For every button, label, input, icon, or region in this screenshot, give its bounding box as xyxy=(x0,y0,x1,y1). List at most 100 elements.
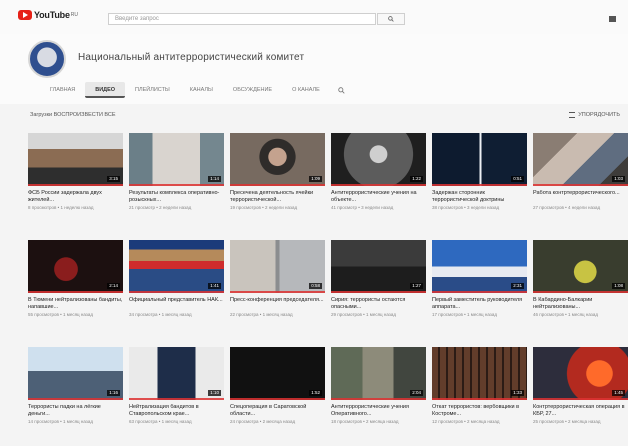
video-title[interactable]: В Тюмени нейтрализованы бандиты, напавши… xyxy=(28,297,123,310)
search-button[interactable] xyxy=(377,13,405,25)
video-card[interactable]: 1:45 Контртеррористическая операция в КБ… xyxy=(533,347,628,446)
watched-progress xyxy=(230,291,325,293)
video-thumbnail[interactable]: 1:16 xyxy=(28,347,123,400)
video-meta: 21 просмотр • 2 недели назад xyxy=(129,205,192,210)
watched-progress xyxy=(432,291,527,293)
search-icon xyxy=(338,86,345,94)
watched-progress xyxy=(129,398,224,400)
video-thumbnail[interactable]: 1:09 xyxy=(230,133,325,186)
video-title[interactable]: Пресечена деятельность ячейки террористи… xyxy=(230,190,325,203)
video-card[interactable]: 0:51 Задержан сторонник террористической… xyxy=(432,133,527,232)
video-thumbnail[interactable]: 0:58 xyxy=(230,240,325,293)
video-card[interactable]: 1:14 Результаты комплекса оперативно-роз… xyxy=(129,133,224,232)
video-thumbnail[interactable]: 0:51 xyxy=(432,133,527,186)
video-thumbnail[interactable]: 1:41 xyxy=(129,240,224,293)
tab-playlists[interactable]: Плейлисты xyxy=(125,82,180,98)
video-card[interactable]: 1:03 Работа контртеррористического... 27… xyxy=(533,133,628,232)
video-card[interactable]: 1:16 Террористы падки на лёгкие деньги..… xyxy=(28,347,123,446)
video-title[interactable]: Антитеррористические учения Оперативного… xyxy=(331,404,426,417)
logo-region: RU xyxy=(70,12,78,18)
logo-text: YouTube xyxy=(34,10,70,20)
video-card[interactable]: 1:52 Спецоперация в Саратовской области.… xyxy=(230,347,325,446)
video-title[interactable]: Спецоперация в Саратовской области... xyxy=(230,404,325,417)
video-card[interactable]: 1:33 Откат террористов: вербовщики в Кос… xyxy=(432,347,527,446)
watched-progress xyxy=(129,184,224,186)
video-thumbnail[interactable]: 2:14 xyxy=(28,240,123,293)
video-meta: 14 просмотров • 1 месяц назад xyxy=(28,419,93,424)
video-duration: 1:41 xyxy=(208,283,221,289)
video-duration: 3:15 xyxy=(107,176,120,182)
video-card[interactable]: 0:58 Пресс-конференция председателя... 2… xyxy=(230,240,325,339)
video-thumbnail[interactable]: 1:45 xyxy=(533,347,628,400)
channel-avatar[interactable] xyxy=(28,40,66,78)
video-duration: 1:03 xyxy=(612,176,625,182)
video-thumbnail[interactable]: 1:10 xyxy=(129,347,224,400)
video-duration: 1:45 xyxy=(612,390,625,396)
video-card[interactable]: 1:10 Нейтрализация бандитов в Ставрополь… xyxy=(129,347,224,446)
video-card[interactable]: 1:22 Антитеррористические учения на объе… xyxy=(331,133,426,232)
video-thumbnail[interactable]: 1:27 xyxy=(331,240,426,293)
uploads-label[interactable]: Загрузки ВОСПРОИЗВЕСТИ ВСЕ xyxy=(30,112,116,118)
video-duration: 1:08 xyxy=(612,283,625,289)
search-input[interactable]: Введите запрос xyxy=(108,13,376,25)
youtube-logo[interactable]: YouTube RU xyxy=(18,10,78,20)
video-card[interactable]: 2:31 Первый заместитель руководителя апп… xyxy=(432,240,527,339)
tab-search-button[interactable] xyxy=(336,84,348,96)
play-logo-icon xyxy=(18,10,32,20)
upload-icon[interactable] xyxy=(609,16,616,22)
video-title[interactable]: Сирия: террористы остаются опасными... xyxy=(331,297,426,310)
video-title[interactable]: Первый заместитель руководителя аппарата… xyxy=(432,297,527,310)
video-meta: 55 просмотров • 1 месяц назад xyxy=(28,312,93,317)
video-thumbnail[interactable]: 1:08 xyxy=(533,240,628,293)
tab-about[interactable]: О канале xyxy=(282,82,330,98)
video-meta: 24 просмотра • 2 месяца назад xyxy=(230,419,296,424)
video-card[interactable]: 2:04 Антитеррористические учения Операти… xyxy=(331,347,426,446)
top-bar: YouTube RU Введите запрос xyxy=(0,0,628,35)
video-thumbnail[interactable]: 1:03 xyxy=(533,133,628,186)
video-card[interactable]: 3:15 ФСБ России задержала двух жителей..… xyxy=(28,133,123,232)
sort-button[interactable]: УПОРЯДОЧИТЬ xyxy=(569,112,620,118)
video-meta: 22 просмотра • 1 месяц назад xyxy=(230,312,293,317)
watched-progress xyxy=(533,398,628,400)
video-title[interactable]: Откат террористов: вербовщики в Костроме… xyxy=(432,404,527,417)
video-title[interactable]: Нейтрализация бандитов в Ставропольском … xyxy=(129,404,224,417)
video-thumbnail[interactable]: 2:04 xyxy=(331,347,426,400)
video-thumbnail[interactable]: 1:14 xyxy=(129,133,224,186)
tab-videos[interactable]: Видео xyxy=(85,82,126,98)
video-title[interactable]: Террористы падки на лёгкие деньги... xyxy=(28,404,123,417)
tab-home[interactable]: Главная xyxy=(40,82,85,98)
video-title[interactable]: Задержан сторонник террористической докт… xyxy=(432,190,527,203)
video-duration: 1:10 xyxy=(208,390,221,396)
video-thumbnail[interactable]: 1:33 xyxy=(432,347,527,400)
video-meta: 18 просмотров • 2 месяца назад xyxy=(331,419,399,424)
tab-channels[interactable]: Каналы xyxy=(180,82,223,98)
video-title[interactable]: Результаты комплекса оперативно-розыскны… xyxy=(129,190,224,203)
video-title[interactable]: Контртеррористическая операция в КБР, 27… xyxy=(533,404,628,417)
video-meta: 46 просмотров • 1 месяц назад xyxy=(533,312,598,317)
video-thumbnail[interactable]: 3:15 xyxy=(28,133,123,186)
video-meta: 8 просмотров • 1 неделю назад xyxy=(28,205,94,210)
video-title[interactable]: В Кабардино-Балкарии нейтрализованы... xyxy=(533,297,628,310)
video-card[interactable]: 1:09 Пресечена деятельность ячейки терро… xyxy=(230,133,325,232)
video-meta: 34 просмотра • 1 месяц назад xyxy=(129,312,192,317)
video-duration: 0:58 xyxy=(309,283,322,289)
video-title[interactable]: Пресс-конференция председателя... xyxy=(230,297,325,310)
video-title[interactable]: ФСБ России задержала двух жителей... xyxy=(28,190,123,203)
video-grid: 3:15 ФСБ России задержала двух жителей..… xyxy=(28,133,628,446)
video-card[interactable]: 1:41 Официальный представитель НАК... 34… xyxy=(129,240,224,339)
video-thumbnail[interactable]: 1:22 xyxy=(331,133,426,186)
video-card[interactable]: 2:14 В Тюмени нейтрализованы бандиты, на… xyxy=(28,240,123,339)
watched-progress xyxy=(28,398,123,400)
watched-progress xyxy=(28,291,123,293)
video-title[interactable]: Официальный представитель НАК... xyxy=(129,297,224,310)
video-card[interactable]: 1:27 Сирия: террористы остаются опасными… xyxy=(331,240,426,339)
video-duration: 1:52 xyxy=(309,390,322,396)
tab-discussion[interactable]: Обсуждение xyxy=(223,82,282,98)
watched-progress xyxy=(230,398,325,400)
video-title[interactable]: Антитеррористические учения на объекте..… xyxy=(331,190,426,203)
video-thumbnail[interactable]: 2:31 xyxy=(432,240,527,293)
video-title[interactable]: Работа контртеррористического... xyxy=(533,190,628,203)
video-thumbnail[interactable]: 1:52 xyxy=(230,347,325,400)
video-card[interactable]: 1:08 В Кабардино-Балкарии нейтрализованы… xyxy=(533,240,628,339)
video-duration: 1:22 xyxy=(410,176,423,182)
